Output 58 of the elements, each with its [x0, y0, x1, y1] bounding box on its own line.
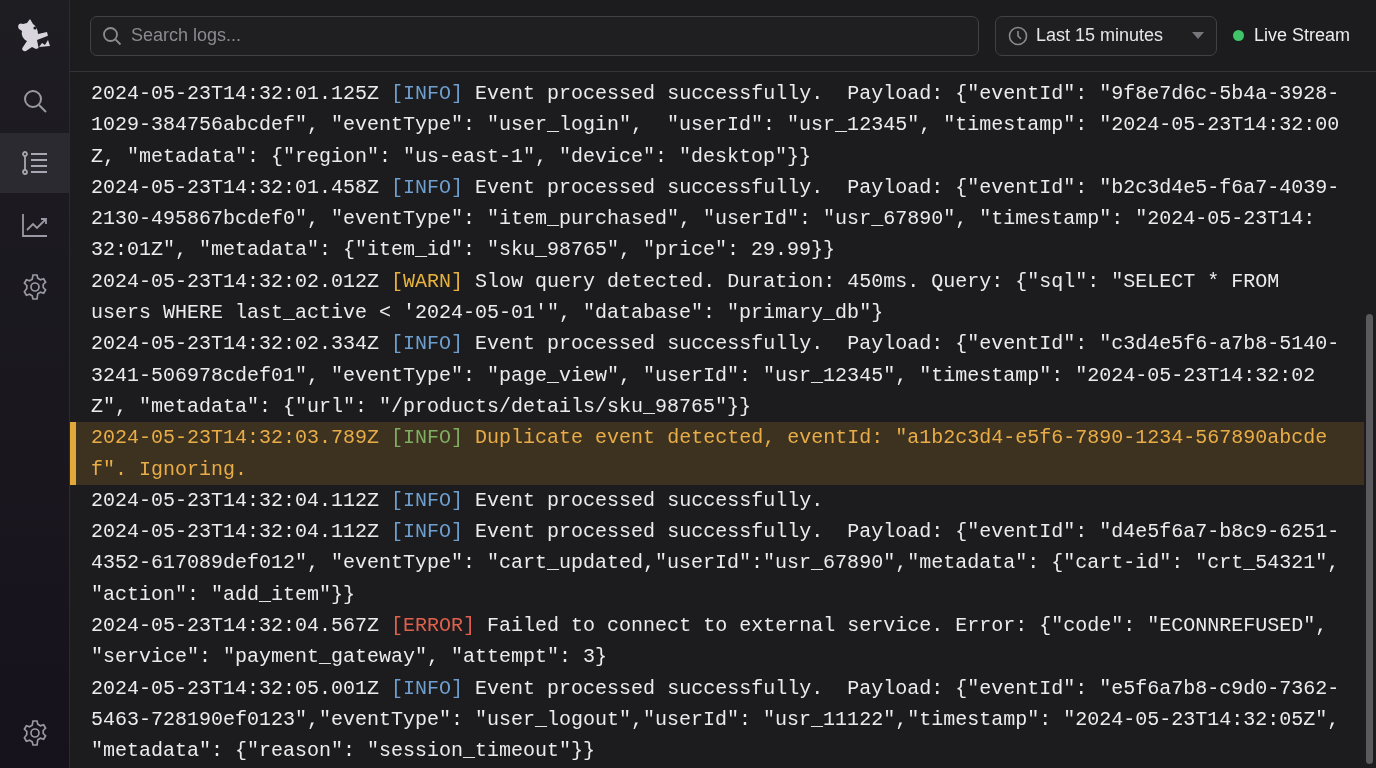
log-message: Duplicate event detected, eventId: "a1b2c3d4-e5f6-7890-1234-567890abcde	[475, 426, 1328, 450]
highlighted-log-entry[interactable]: 2024-05-23T14:32:03.789Z [INFO] Duplicate event detected, eventId: "a1b2c3d4-e5f6-7890-1234-567890abcde f". Ignoring.	[70, 422, 1364, 485]
clock-icon	[1007, 25, 1028, 46]
time-range-dropdown[interactable]: Last 15 minutes	[994, 15, 1217, 56]
list-icon	[21, 151, 48, 175]
log-timestamp: 2024-05-23T14:32:02.334Z	[91, 332, 380, 356]
log-message: Event processed successfully.	[475, 488, 824, 512]
log-level: [INFO]	[391, 82, 464, 105]
log-message: Z", "metadata": {"url": "/products/details/sku_98765"}}	[91, 393, 752, 420]
log-level: [INFO]	[391, 426, 464, 450]
log-message: Slow query detected. Duration: 450ms. Query: {"sql": "SELECT * FROM	[475, 269, 1280, 293]
log-message: Event processed successfully. Payload: {"eventId": "c3d4e5f6-a7b8-5140-	[475, 332, 1340, 356]
log-level: [ERROR]	[391, 614, 476, 638]
sidebar-item[interactable]	[0, 133, 69, 193]
line-chart-icon	[21, 213, 48, 237]
settings-icon	[21, 720, 48, 746]
log-message: 5463-728190ef0123","eventType": "user_logout","userId": "usr_11122","timestamp": "2024-05-23T14:32:05Z",	[91, 706, 1340, 733]
search-icon	[102, 25, 122, 46]
live-stream-toggle[interactable]: Live Stream	[1232, 25, 1356, 46]
search-field[interactable]: Search logs...	[90, 15, 979, 56]
log-message: 2130-495867bcdef0", "eventType": "item_purchased", "userId": "usr_67890", "timestamp": "2024-05-23T14:	[91, 206, 1316, 233]
log-message: Event processed successfully. Payload: {"eventId": "e5f6a7b8-c9d0-7362-	[475, 676, 1340, 700]
log-message: "metadata": {"reason": "session_timeout"}}	[91, 738, 596, 765]
log-message: Event processed successfully. Payload: {"eventId": "d4e5f6a7-b8c9-6251-	[475, 520, 1340, 544]
log-entry[interactable]: 2024-05-23T14:32:04.112Z [INFO] Event processed successfully.	[70, 484, 1364, 517]
settings-icon	[21, 274, 48, 300]
log-timestamp: 2024-05-23T14:32:02.012Z	[91, 269, 380, 293]
search-icon	[21, 88, 48, 114]
log-message: 32:01Z", "metadata": {"item_id": "sku_98765", "price": 29.99}}	[91, 237, 836, 264]
log-message: Event processed successfully. Payload: {"eventId": "b2c3d4e5-f6a7-4039-	[475, 175, 1340, 199]
log-message: 1029-384756abcdef", "eventType": "user_login", "userId": "usr_12345", "timestamp": "2024-05-23T14:32:00	[91, 112, 1340, 139]
log-message: f". Ignoring.	[91, 456, 248, 483]
log-message: users WHERE last_active < '2024-05-01'", "database": "primary_db"}	[91, 300, 884, 327]
log-level: [INFO]	[391, 520, 464, 544]
log-message: Z, "metadata": {"region": "us-east-1", "device": "desktop"}}	[91, 143, 812, 170]
log-level: [INFO]	[391, 332, 464, 356]
log-message: "action": "add_item"}}	[91, 581, 356, 608]
log-timestamp: 2024-05-23T14:32:03.789Z	[91, 426, 380, 450]
log-message: 3241-506978cdef01", "eventType": "page_view", "userId": "usr_12345", "timestamp": "2024-05-23T14:32:02	[91, 362, 1316, 389]
log-timestamp: 2024-05-23T14:32:04.112Z	[91, 520, 380, 544]
log-message: Failed to connect to external service. Error: {"code": "ECONNREFUSED",	[487, 614, 1328, 638]
caret-icon	[1191, 32, 1204, 39]
scrollbar[interactable]	[1366, 314, 1373, 764]
log-entry[interactable]: 2024-05-23T14:32:04.567Z [ERROR] Failed to connect to external service. Error: {"code": "ECONNREFUSED", "service": "payment_gateway", "attempt": 3}	[70, 610, 1364, 673]
log-timestamp: 2024-05-23T14:32:01.125Z	[91, 82, 380, 105]
log-timestamp: 2024-05-23T14:32:04.567Z	[91, 614, 380, 638]
log-message: 4352-617089def012", "eventType": "cart_updated,"userId":"usr_67890","metadata": {"cart-id": "crt_54321",	[91, 550, 1340, 577]
status-dot	[1232, 30, 1244, 41]
log-level: [INFO]	[391, 175, 464, 199]
log-message: "service": "payment_gateway", "attempt": 3}	[91, 644, 608, 671]
log-level: [INFO]	[391, 676, 464, 700]
log-timestamp: 2024-05-23T14:32:01.458Z	[91, 175, 380, 199]
log-level: [INFO]	[391, 488, 464, 512]
log-message: Event processed successfully. Payload: {"eventId": "9f8e7d6c-5b4a-3928-	[475, 82, 1340, 105]
log-entry[interactable]: 2024-05-23T14:32:02.012Z [WARN] Slow query detected. Duration: 450ms. Query: {"sql": "SELECT * FROM users WHERE last_active < '2024-05-01'", "database": "primary_db"}	[70, 265, 1364, 329]
log-timestamp: 2024-05-23T14:32:04.112Z	[91, 488, 380, 512]
log-level: [WARN]	[391, 269, 464, 293]
log-timestamp: 2024-05-23T14:32:05.001Z	[91, 676, 380, 700]
